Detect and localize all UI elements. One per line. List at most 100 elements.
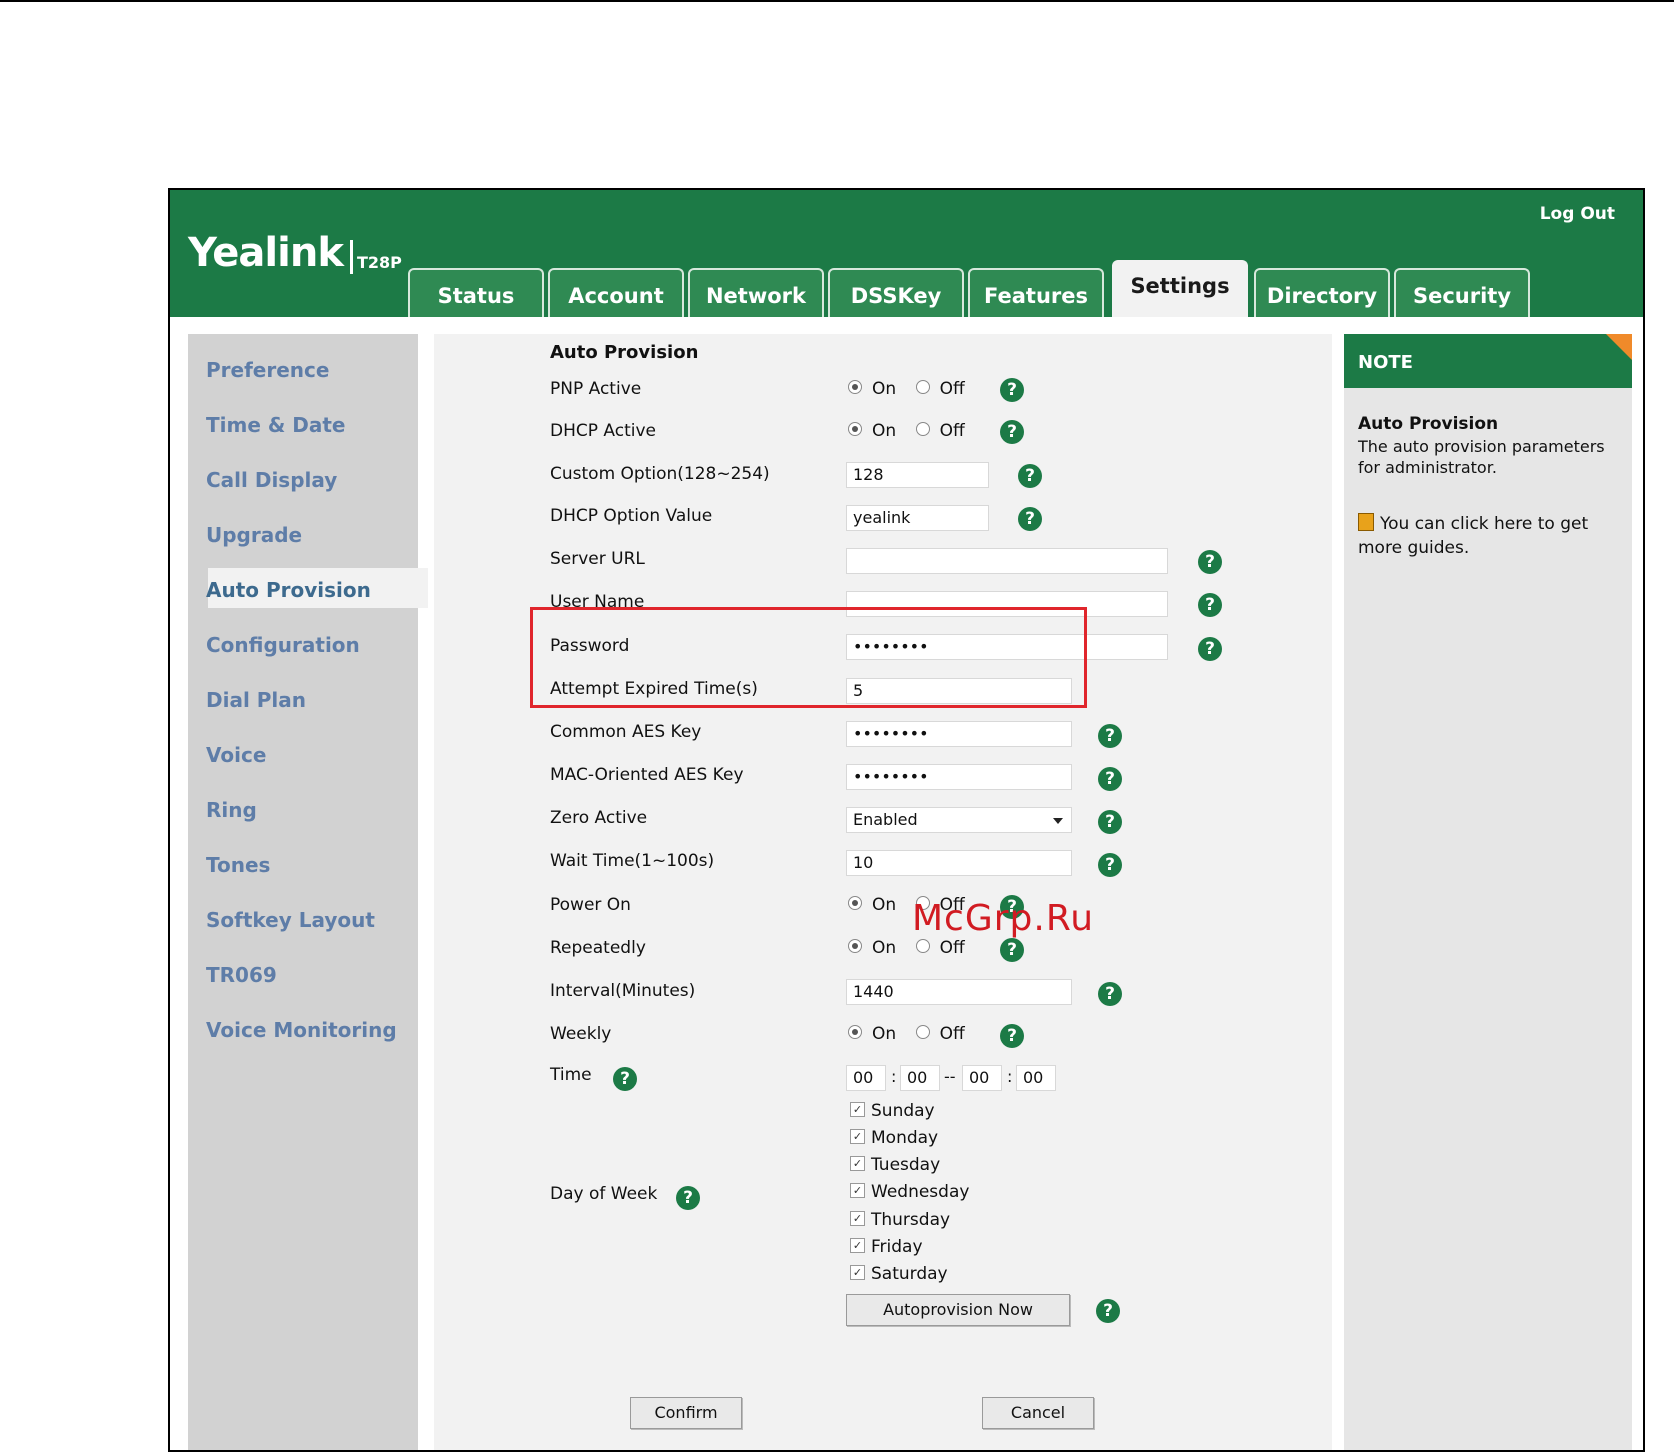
sidebar-item-configuration[interactable]: Configuration — [206, 633, 360, 657]
server-url-label: Server URL — [550, 549, 645, 569]
sidebar-item-tones[interactable]: Tones — [206, 853, 270, 877]
pnp-active-off-radio[interactable] — [915, 380, 930, 394]
sidebar-item-call-display[interactable]: Call Display — [206, 468, 337, 492]
help-icon[interactable]: ? — [1198, 593, 1222, 617]
checkbox-checked-icon[interactable]: ✓ — [850, 1210, 865, 1226]
repeatedly-off-radio[interactable] — [915, 939, 930, 953]
tab-directory[interactable]: Directory — [1254, 268, 1390, 317]
note-title: NOTE — [1358, 352, 1413, 373]
checkbox-checked-icon[interactable]: ✓ — [850, 1182, 865, 1198]
note-guide-link[interactable]: You can click here to get more guides. — [1358, 512, 1616, 560]
sidebar-item-upgrade[interactable]: Upgrade — [206, 523, 302, 547]
tab-status[interactable]: Status — [408, 268, 544, 317]
highlight-box — [530, 607, 1087, 708]
custom-option-label: Custom Option(128~254) — [550, 464, 770, 484]
time-colon: : — [891, 1067, 897, 1086]
help-icon[interactable]: ? — [1000, 420, 1024, 444]
pnp-active-on-radio[interactable] — [848, 380, 862, 394]
day-checkbox-friday[interactable]: ✓ Friday — [850, 1237, 923, 1257]
help-icon[interactable]: ? — [1198, 550, 1222, 574]
common-aes-key-input[interactable]: •••••••• — [846, 721, 1072, 747]
mac-aes-key-input[interactable]: •••••••• — [846, 764, 1072, 790]
model-label: T28P — [357, 253, 402, 272]
help-icon[interactable]: ? — [1098, 724, 1122, 748]
chevron-down-icon — [1053, 818, 1063, 824]
help-icon[interactable]: ? — [1098, 982, 1122, 1006]
time-end-hour-input[interactable]: 00 — [962, 1065, 1002, 1091]
sidebar-item-tr069[interactable]: TR069 — [206, 963, 277, 987]
sidebar-item-preference[interactable]: Preference — [206, 358, 329, 382]
tab-account[interactable]: Account — [548, 268, 684, 317]
help-icon[interactable]: ? — [1098, 810, 1122, 834]
checkbox-checked-icon[interactable]: ✓ — [850, 1128, 865, 1144]
time-end-minute-input[interactable]: 00 — [1016, 1065, 1056, 1091]
wait-time-label: Wait Time(1~100s) — [550, 851, 715, 871]
power-on-label: Power On — [550, 895, 631, 915]
checkbox-checked-icon[interactable]: ✓ — [850, 1237, 865, 1253]
time-label: Time — [550, 1065, 592, 1085]
day-checkbox-sunday[interactable]: ✓ Sunday — [850, 1101, 935, 1121]
confirm-button[interactable]: Confirm — [630, 1397, 742, 1429]
logout-link[interactable]: Log Out — [1540, 204, 1615, 224]
cancel-button[interactable]: Cancel — [982, 1397, 1094, 1429]
autoprovision-now-button[interactable]: Autoprovision Now — [846, 1294, 1070, 1326]
sidebar-item-voice-monitoring[interactable]: Voice Monitoring — [206, 1018, 397, 1042]
sidebar — [188, 334, 418, 1450]
weekly-off-radio[interactable] — [915, 1025, 930, 1039]
help-icon[interactable]: ? — [1096, 1299, 1120, 1323]
help-icon[interactable]: ? — [1018, 464, 1042, 488]
sidebar-item-auto-provision[interactable]: Auto Provision — [206, 578, 371, 602]
zero-active-select[interactable]: Enabled — [846, 807, 1072, 833]
help-icon[interactable]: ? — [1018, 507, 1042, 531]
power-on-on-radio[interactable] — [848, 896, 862, 910]
help-icon[interactable]: ? — [1000, 938, 1024, 962]
dhcp-active-label: DHCP Active — [550, 421, 656, 441]
header-bar: Yealink T28P Log Out Status Account Netw… — [170, 190, 1643, 317]
tab-security[interactable]: Security — [1394, 268, 1530, 317]
sidebar-item-softkey-layout[interactable]: Softkey Layout — [206, 908, 375, 932]
mac-aes-key-label: MAC-Oriented AES Key — [550, 765, 744, 785]
server-url-input[interactable] — [846, 548, 1168, 574]
checkbox-checked-icon[interactable]: ✓ — [850, 1101, 865, 1117]
tab-features[interactable]: Features — [968, 268, 1104, 317]
sidebar-item-dial-plan[interactable]: Dial Plan — [206, 688, 306, 712]
tab-settings[interactable]: Settings — [1112, 260, 1248, 317]
weekly-radio-group: On Off — [848, 1024, 979, 1044]
time-start-hour-input[interactable]: 00 — [846, 1065, 886, 1091]
sidebar-item-time-date[interactable]: Time & Date — [206, 413, 346, 437]
dhcp-active-on-radio[interactable] — [848, 422, 862, 436]
help-icon[interactable]: ? — [1098, 767, 1122, 791]
interval-input[interactable]: 1440 — [846, 979, 1072, 1005]
tab-dsskey[interactable]: DSSKey — [828, 268, 964, 317]
help-icon[interactable]: ? — [1198, 637, 1222, 661]
day-checkbox-saturday[interactable]: ✓ Saturday — [850, 1264, 948, 1284]
custom-option-input[interactable]: 128 — [846, 462, 989, 488]
day-checkbox-monday[interactable]: ✓ Monday — [850, 1128, 938, 1148]
help-icon[interactable]: ? — [676, 1186, 700, 1210]
repeatedly-label: Repeatedly — [550, 938, 646, 958]
zero-active-label: Zero Active — [550, 808, 648, 828]
checkbox-checked-icon[interactable]: ✓ — [850, 1155, 865, 1171]
help-icon[interactable]: ? — [1000, 378, 1024, 402]
checkbox-checked-icon[interactable]: ✓ — [850, 1264, 865, 1280]
tab-network[interactable]: Network — [688, 268, 824, 317]
repeatedly-radio-group: On Off — [848, 938, 979, 958]
help-icon[interactable]: ? — [1098, 853, 1122, 877]
day-checkbox-wednesday[interactable]: ✓ Wednesday — [850, 1182, 969, 1202]
help-icon[interactable]: ? — [1000, 1024, 1024, 1048]
sidebar-item-ring[interactable]: Ring — [206, 798, 257, 822]
book-icon — [1358, 513, 1374, 531]
dhcp-active-off-radio[interactable] — [915, 422, 930, 436]
repeatedly-on-radio[interactable] — [848, 939, 862, 953]
wait-time-input[interactable]: 10 — [846, 850, 1072, 876]
note-panel: NOTE Auto Provision The auto provision p… — [1344, 334, 1632, 1450]
weekly-on-radio[interactable] — [848, 1025, 862, 1039]
time-start-minute-input[interactable]: 00 — [900, 1065, 940, 1091]
help-icon[interactable]: ? — [613, 1067, 637, 1091]
top-border-line — [0, 0, 1674, 2]
day-checkbox-tuesday[interactable]: ✓ Tuesday — [850, 1155, 940, 1175]
sidebar-item-voice[interactable]: Voice — [206, 743, 266, 767]
day-checkbox-thursday[interactable]: ✓ Thursday — [850, 1210, 950, 1230]
dhcp-option-value-input[interactable]: yealink — [846, 505, 989, 531]
watermark: McGrp.Ru — [912, 898, 1095, 939]
